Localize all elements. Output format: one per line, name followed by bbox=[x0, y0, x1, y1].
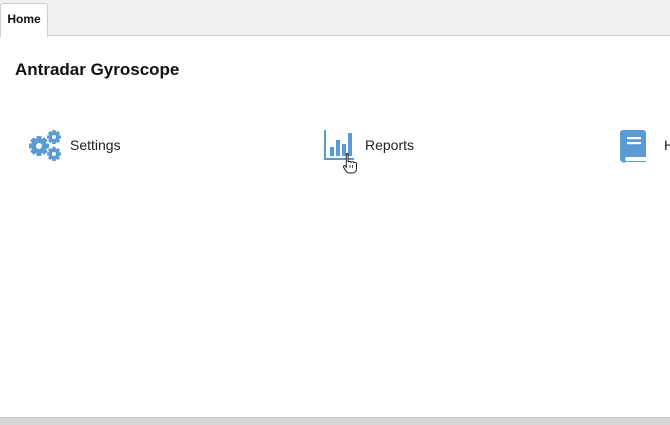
settings-launcher[interactable]: Settings bbox=[28, 127, 121, 163]
settings-label: Settings bbox=[70, 137, 121, 153]
reports-label: Reports bbox=[365, 137, 415, 153]
bottom-status-bar bbox=[0, 417, 670, 425]
gears-icon bbox=[28, 127, 64, 163]
tab-bar: Home bbox=[0, 0, 670, 37]
tab-home[interactable]: Home bbox=[0, 3, 48, 37]
reports-launcher[interactable]: Reports bbox=[322, 127, 414, 163]
help-launcher[interactable]: He bbox=[618, 127, 670, 163]
book-icon bbox=[618, 127, 654, 163]
hand-pointer-cursor-icon bbox=[342, 152, 358, 174]
page-title: Antradar Gyroscope bbox=[15, 60, 180, 79]
help-label: He bbox=[664, 137, 670, 153]
